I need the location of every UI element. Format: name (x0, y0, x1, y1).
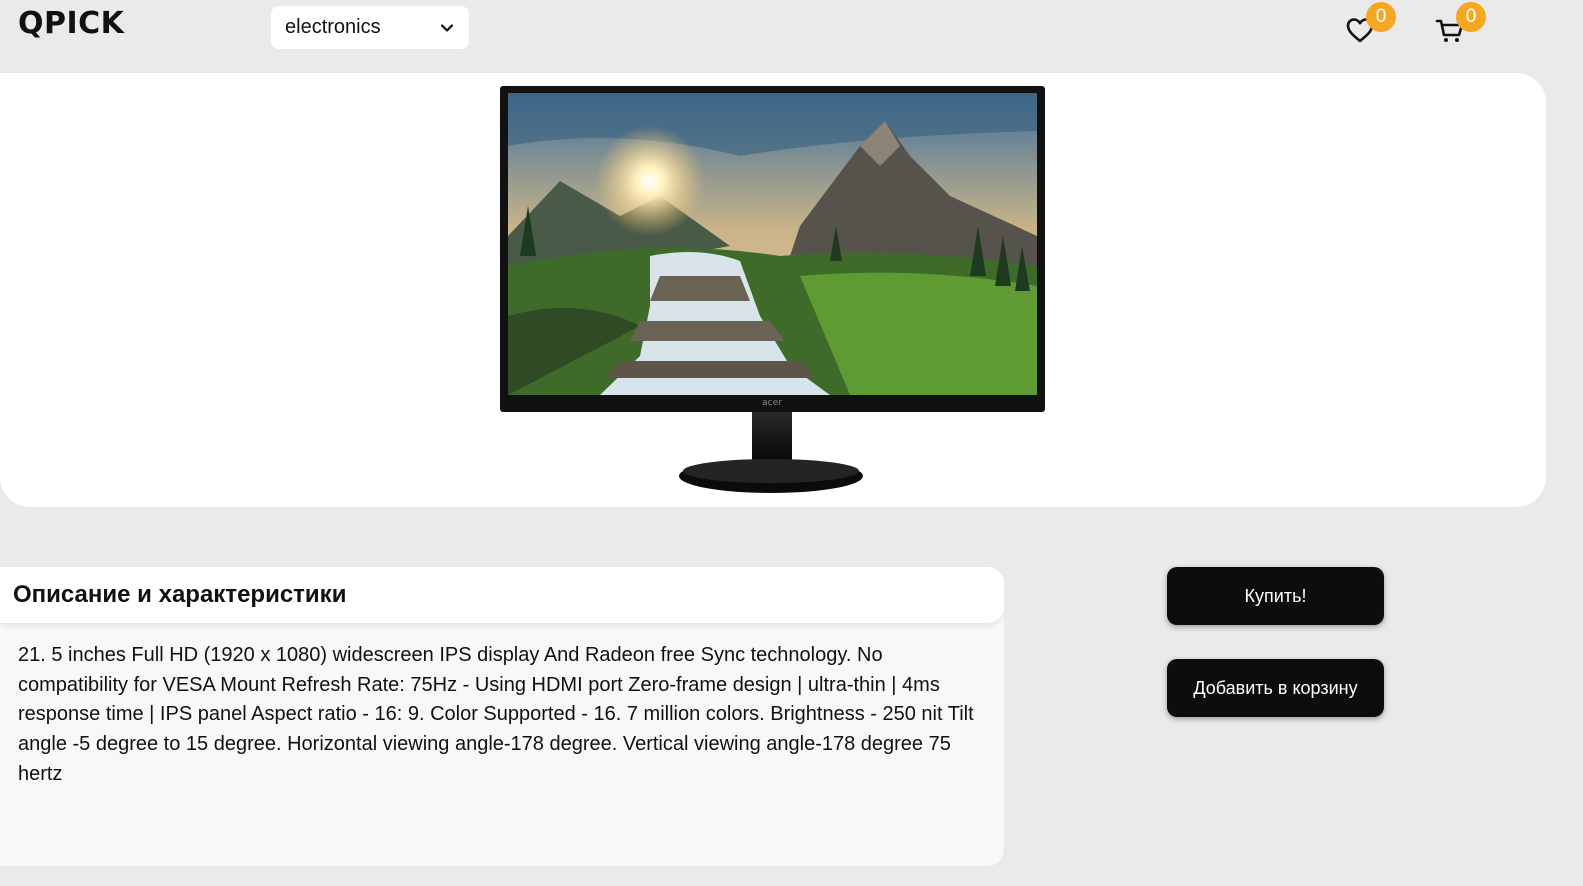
chevron-down-icon (440, 23, 454, 32)
description-card: Описание и характеристики 21. 5 inches F… (0, 567, 1004, 866)
brand-logo: acer (762, 398, 782, 408)
product-image-card: acer (0, 73, 1546, 507)
favorites-button[interactable]: 0 (1344, 2, 1396, 46)
description-title: Описание и характеристики (13, 581, 347, 608)
favorites-count-badge: 0 (1366, 2, 1396, 32)
cart-button[interactable]: 0 (1434, 2, 1486, 46)
buy-button[interactable]: Купить! (1167, 567, 1384, 625)
description-header: Описание и характеристики (0, 567, 1004, 623)
category-select-value: electronics (285, 16, 381, 38)
description-text: 21. 5 inches Full HD (1920 x 1080) wides… (18, 644, 974, 785)
app-logo[interactable]: QPICK (18, 6, 124, 41)
cart-count-badge: 0 (1456, 2, 1486, 32)
category-select[interactable]: electronics (271, 6, 469, 49)
add-to-cart-button[interactable]: Добавить в корзину (1167, 659, 1384, 717)
monitor-image: acer (500, 86, 1045, 493)
